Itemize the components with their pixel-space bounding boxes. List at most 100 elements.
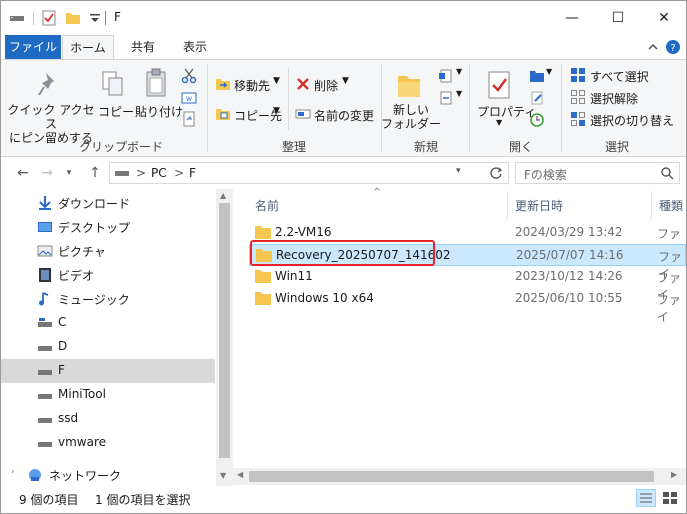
new-item-dropdown-icon[interactable]: ▼ [456,67,462,76]
scroll-thumb[interactable] [249,471,654,482]
delete-button[interactable]: 削除 [314,77,338,94]
copy-icon[interactable] [101,70,125,98]
new-folder-button[interactable]: 新しい フォルダー [381,103,441,131]
svg-text:?: ? [670,43,675,54]
nav-item-videos[interactable]: ビデオ [1,263,215,287]
new-item-icon[interactable] [438,68,454,84]
tab-home[interactable]: ホーム [62,35,114,60]
delete-icon[interactable] [295,76,311,92]
column-header-date[interactable]: 更新日時 [515,197,563,214]
scroll-thumb[interactable] [219,203,230,458]
column-header-type[interactable]: 種類 [659,197,683,214]
nav-item-label: ミュージック [58,293,130,307]
paste-shortcut-icon[interactable] [181,111,197,127]
nav-item-drive-f[interactable]: F [1,359,215,383]
copy-path-icon[interactable]: W [181,91,197,105]
address-bar[interactable]: > PC > F ▾ [109,162,509,184]
nav-item-pictures[interactable]: ピクチャ [1,239,215,263]
file-name: Windows 10 x64 [275,291,374,305]
file-list-hscrollbar[interactable]: ◀ ▶ [233,468,686,485]
scroll-left-icon[interactable]: ◀ [237,470,243,479]
details-view-icon[interactable] [636,489,656,507]
column-separator[interactable] [651,191,652,221]
open-icon[interactable] [529,68,545,84]
search-box[interactable]: Fの検索 [515,162,680,184]
file-row[interactable]: Windows 10 x64 2025/06/10 10:55 ファイ [249,288,686,324]
highlight-annotation-box [250,240,435,266]
delete-dropdown-icon[interactable]: ▼ [342,76,349,86]
minimize-button[interactable]: — [549,1,595,35]
column-header-name[interactable]: 名前 [255,197,279,214]
scroll-up-icon[interactable]: ▲ [220,191,226,200]
customize-dropdown-icon[interactable] [87,10,103,26]
easy-access-icon[interactable] [438,90,454,106]
copy-to-icon[interactable] [215,106,231,122]
pin-icon[interactable] [37,70,63,100]
edit-icon[interactable] [529,90,545,106]
nav-item-vmware[interactable]: vmware [1,431,215,455]
file-row[interactable]: Win11 2023/10/12 14:26 ファイ [249,266,686,302]
nav-item-desktop[interactable]: デスクトップ [1,215,215,239]
move-to-icon[interactable] [215,76,231,92]
expand-ribbon-icon[interactable] [645,39,661,55]
new-folder-large-icon[interactable] [396,70,422,100]
select-all-icon[interactable] [570,67,586,83]
move-to-dropdown-icon[interactable]: ▼ [273,76,280,86]
tab-view[interactable]: 表示 [172,35,218,59]
properties-check-icon[interactable] [41,10,57,26]
properties-button[interactable]: プロパティ [477,103,536,120]
maximize-button[interactable]: ☐ [595,1,641,35]
back-button[interactable]: ← [13,162,33,184]
refresh-icon[interactable] [489,166,503,180]
nav-item-music[interactable]: ミュージック [1,287,215,311]
nav-item-drive-c[interactable]: C [1,311,215,335]
copy-to-dropdown-icon[interactable]: ▼ [273,106,280,116]
new-folder-label-line1: 新しい [392,103,429,117]
drive-icon[interactable] [9,10,25,26]
scroll-right-icon[interactable]: ▶ [671,470,677,479]
paste-button[interactable]: 貼り付け [135,103,183,120]
chevron-right-icon[interactable]: › [11,467,15,477]
breadcrumb-pc[interactable]: PC [151,166,167,180]
properties-dropdown-icon[interactable]: ▼ [496,118,502,127]
rename-button[interactable]: 名前の変更 [314,107,374,124]
open-dropdown-icon[interactable]: ▼ [546,67,552,76]
forward-button[interactable]: → [37,162,57,184]
nav-item-downloads[interactable]: ダウンロード [1,191,215,215]
breadcrumb-f[interactable]: F [189,166,196,180]
easy-access-dropdown-icon[interactable]: ▼ [456,89,462,98]
invert-selection-icon[interactable] [570,111,586,127]
properties-icon[interactable] [486,70,512,100]
nav-scrollbar[interactable]: ▲ ▼ [216,189,233,486]
cut-icon[interactable] [181,68,197,84]
copy-button[interactable]: コピー [98,103,134,120]
new-folder-icon[interactable] [65,10,81,26]
close-button[interactable]: ✕ [641,1,687,35]
up-button[interactable]: ↑ [85,162,105,184]
nav-item-minitool[interactable]: MiniTool [1,383,215,407]
nav-item-ssd[interactable]: ssd [1,407,215,431]
invert-selection-button[interactable]: 選択の切り替え [590,112,674,129]
large-icons-view-icon[interactable] [660,489,680,507]
recent-locations-button[interactable]: ▾ [59,162,79,184]
move-to-button[interactable]: 移動先 [234,77,270,94]
rename-icon[interactable] [295,106,311,122]
forward-arrow-icon: → [41,165,53,181]
tab-file[interactable]: ファイル [5,35,61,59]
new-group-label: 新規 [413,140,438,154]
nav-item-network[interactable]: › ネットワーク [1,463,215,487]
nav-item-drive-d[interactable]: D [1,335,215,359]
separator [288,68,289,130]
tab-share[interactable]: 共有 [120,35,166,59]
search-icon[interactable] [660,166,674,180]
select-all-button[interactable]: すべて選択 [590,68,649,85]
scroll-down-icon[interactable]: ▼ [220,471,226,480]
history-icon[interactable] [529,112,545,128]
address-dropdown-icon[interactable]: ▾ [456,166,461,176]
select-none-icon[interactable] [570,89,586,105]
select-none-button[interactable]: 選択解除 [590,90,638,107]
column-separator[interactable] [507,191,508,221]
help-icon[interactable]: ? [665,39,681,55]
paste-icon[interactable] [144,68,168,98]
breadcrumb-separator: > [174,166,185,180]
